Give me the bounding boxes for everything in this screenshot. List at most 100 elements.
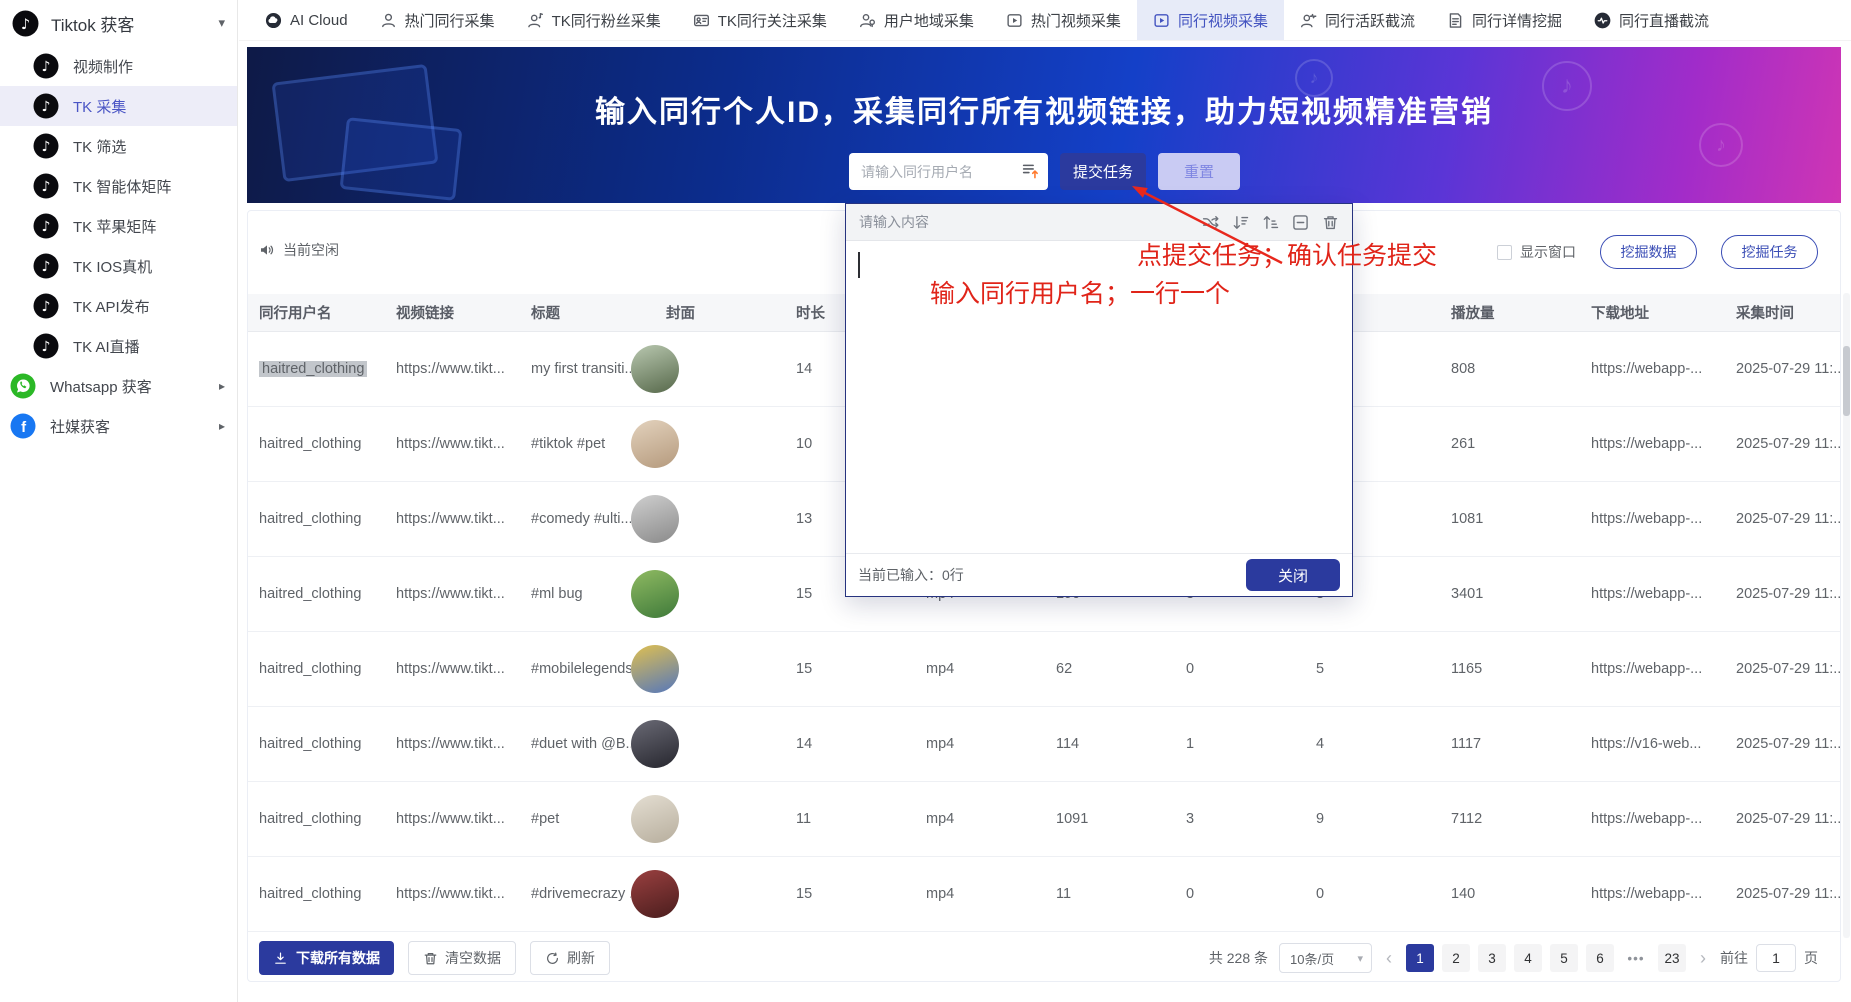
minus-square-icon[interactable] bbox=[1292, 214, 1309, 231]
page-button-3[interactable]: 3 bbox=[1478, 944, 1506, 972]
sidebar-item-tk-agent-matrix[interactable]: ♪TK 智能体矩阵 bbox=[0, 166, 237, 206]
sidebar-item-tk-ai-live[interactable]: ♪TK AI直播 bbox=[0, 326, 237, 366]
cell-collect-time: 2025-07-29 11:... bbox=[1736, 511, 1840, 527]
page-button-23[interactable]: 23 bbox=[1658, 944, 1686, 972]
cell-video-link[interactable]: https://www.tikt... bbox=[396, 586, 531, 602]
page-size-select[interactable]: 10条/页 ▾ bbox=[1279, 943, 1372, 973]
cell-video-link[interactable]: https://www.tikt... bbox=[396, 886, 531, 902]
tab-label: 同行直播截流 bbox=[1619, 10, 1709, 31]
sidebar-item-label: TK 采集 bbox=[73, 96, 126, 117]
cell-collect-time: 2025-07-29 11:... bbox=[1736, 811, 1840, 827]
submit-task-button[interactable]: 提交任务 bbox=[1060, 153, 1146, 190]
sidebar-item-tk-apple-matrix[interactable]: ♪TK 苹果矩阵 bbox=[0, 206, 237, 246]
shuffle-icon[interactable] bbox=[1202, 214, 1219, 231]
tab-peer-live-intercept[interactable]: 同行直播截流 bbox=[1578, 0, 1725, 40]
sidebar-header[interactable]: ♪ Tiktok 获客 ▾ bbox=[0, 0, 237, 46]
cell-download-url[interactable]: https://webapp-... bbox=[1591, 586, 1736, 602]
live-pulse-icon bbox=[1594, 12, 1611, 29]
tab-tk-peer-follow-collect[interactable]: TK同行关注采集 bbox=[677, 0, 843, 40]
cell-cover bbox=[631, 570, 796, 618]
tab-hot-video-collect[interactable]: 热门视频采集 bbox=[990, 0, 1137, 40]
sidebar-item-tk-filter[interactable]: ♪TK 筛选 bbox=[0, 126, 237, 166]
cell-comments: 3 bbox=[1186, 811, 1316, 827]
cell-download-url[interactable]: https://webapp-... bbox=[1591, 511, 1736, 527]
cell-collect-time: 2025-07-29 11:... bbox=[1736, 886, 1840, 902]
cell-format: mp4 bbox=[926, 661, 1056, 677]
reset-button[interactable]: 重置 bbox=[1158, 153, 1240, 190]
cell-shares: 0 bbox=[1316, 886, 1451, 902]
cell-duration: 14 bbox=[796, 736, 926, 752]
sort-asc-icon[interactable] bbox=[1262, 214, 1279, 231]
tiktok-icon: ♪ bbox=[33, 213, 59, 239]
cell-plays: 3401 bbox=[1451, 586, 1591, 602]
cell-duration: 15 bbox=[796, 661, 926, 677]
cell-video-link[interactable]: https://www.tikt... bbox=[396, 736, 531, 752]
cell-username: haitred_clothing bbox=[259, 586, 396, 602]
sidebar-item-tk-api-publish[interactable]: ♪TK API发布 bbox=[0, 286, 237, 326]
show-window-checkbox[interactable] bbox=[1497, 245, 1512, 260]
cell-download-url[interactable]: https://webapp-... bbox=[1591, 886, 1736, 902]
video-cover-thumbnail bbox=[631, 420, 679, 468]
cell-cover bbox=[631, 495, 796, 543]
mine-task-button[interactable]: 挖掘任务 bbox=[1721, 235, 1818, 269]
cell-download-url[interactable]: https://v16-web... bbox=[1591, 736, 1736, 752]
tab-peer-active-intercept[interactable]: 同行活跃截流 bbox=[1284, 0, 1431, 40]
cell-video-link[interactable]: https://www.tikt... bbox=[396, 361, 531, 377]
sidebar-item-video-make[interactable]: ♪视频制作 bbox=[0, 46, 237, 86]
sort-desc-icon[interactable] bbox=[1232, 214, 1249, 231]
prev-page-button[interactable]: ‹ bbox=[1383, 948, 1395, 969]
page-button-4[interactable]: 4 bbox=[1514, 944, 1542, 972]
peer-username-input[interactable] bbox=[849, 153, 1011, 190]
tab-ai-cloud[interactable]: AI Cloud bbox=[249, 0, 364, 40]
doc-arrow-icon[interactable] bbox=[1021, 162, 1040, 181]
page-button-1[interactable]: 1 bbox=[1406, 944, 1434, 972]
cell-likes: 62 bbox=[1056, 661, 1186, 677]
cell-username: haitred_clothing bbox=[259, 661, 396, 677]
download-all-button[interactable]: 下载所有数据 bbox=[259, 941, 394, 975]
cell-collect-time: 2025-07-29 11:... bbox=[1736, 736, 1840, 752]
cell-format: mp4 bbox=[926, 886, 1056, 902]
page-button-5[interactable]: 5 bbox=[1550, 944, 1578, 972]
refresh-button[interactable]: 刷新 bbox=[530, 941, 610, 975]
cell-likes: 1091 bbox=[1056, 811, 1186, 827]
cell-format: mp4 bbox=[926, 811, 1056, 827]
clear-data-button[interactable]: 清空数据 bbox=[408, 941, 516, 975]
cell-video-link[interactable]: https://www.tikt... bbox=[396, 511, 531, 527]
tab-tk-peer-fans-collect[interactable]: TK同行粉丝采集 bbox=[511, 0, 677, 40]
trash-icon[interactable] bbox=[1322, 214, 1339, 231]
sidebar-item-social-media-acquire[interactable]: f社媒获客▸ bbox=[0, 406, 237, 446]
next-page-button[interactable]: › bbox=[1697, 948, 1709, 969]
column-header: 标题 bbox=[531, 302, 631, 323]
caret-down-icon[interactable]: ▾ bbox=[218, 15, 225, 31]
tab-peer-video-collect[interactable]: 同行视频采集 bbox=[1137, 0, 1284, 40]
cell-video-link[interactable]: https://www.tikt... bbox=[396, 811, 531, 827]
tab-hot-peer-collect[interactable]: 热门同行采集 bbox=[364, 0, 511, 40]
close-button[interactable]: 关闭 bbox=[1246, 559, 1340, 591]
cell-download-url[interactable]: https://webapp-... bbox=[1591, 811, 1736, 827]
page-button-6[interactable]: 6 bbox=[1586, 944, 1614, 972]
cell-download-url[interactable]: https://webapp-... bbox=[1591, 361, 1736, 377]
cell-cover bbox=[631, 720, 796, 768]
cell-video-link[interactable]: https://www.tikt... bbox=[396, 661, 531, 677]
cell-video-link[interactable]: https://www.tikt... bbox=[396, 436, 531, 452]
page-button-2[interactable]: 2 bbox=[1442, 944, 1470, 972]
sidebar-item-label: 视频制作 bbox=[73, 56, 133, 77]
cell-download-url[interactable]: https://webapp-... bbox=[1591, 661, 1736, 677]
mine-data-button[interactable]: 挖掘数据 bbox=[1600, 235, 1697, 269]
cell-download-url[interactable]: https://webapp-... bbox=[1591, 436, 1736, 452]
scrollbar-thumb[interactable] bbox=[1843, 346, 1850, 416]
sidebar-item-tk-ios-device[interactable]: ♪TK IOS真机 bbox=[0, 246, 237, 286]
cell-shares: 4 bbox=[1316, 736, 1451, 752]
goto-page-input[interactable] bbox=[1756, 944, 1796, 972]
sidebar-item-whatsapp-acquire[interactable]: Whatsapp 获客▸ bbox=[0, 366, 237, 406]
tiktok-icon: ♪ bbox=[33, 293, 59, 319]
person-icon bbox=[380, 12, 397, 29]
tab-peer-detail-mining[interactable]: 同行详情挖掘 bbox=[1431, 0, 1578, 40]
show-window-checkbox-group[interactable]: 显示窗口 bbox=[1497, 242, 1576, 262]
cell-plays: 1165 bbox=[1451, 661, 1591, 677]
scrollbar-track[interactable] bbox=[1843, 293, 1850, 938]
tab-user-region-collect[interactable]: 用户地域采集 bbox=[843, 0, 990, 40]
sidebar-item-tk-collect[interactable]: ♪TK 采集 bbox=[0, 86, 237, 126]
svg-text:♪: ♪ bbox=[42, 259, 51, 275]
page-ellipsis[interactable]: ••• bbox=[1622, 944, 1650, 972]
